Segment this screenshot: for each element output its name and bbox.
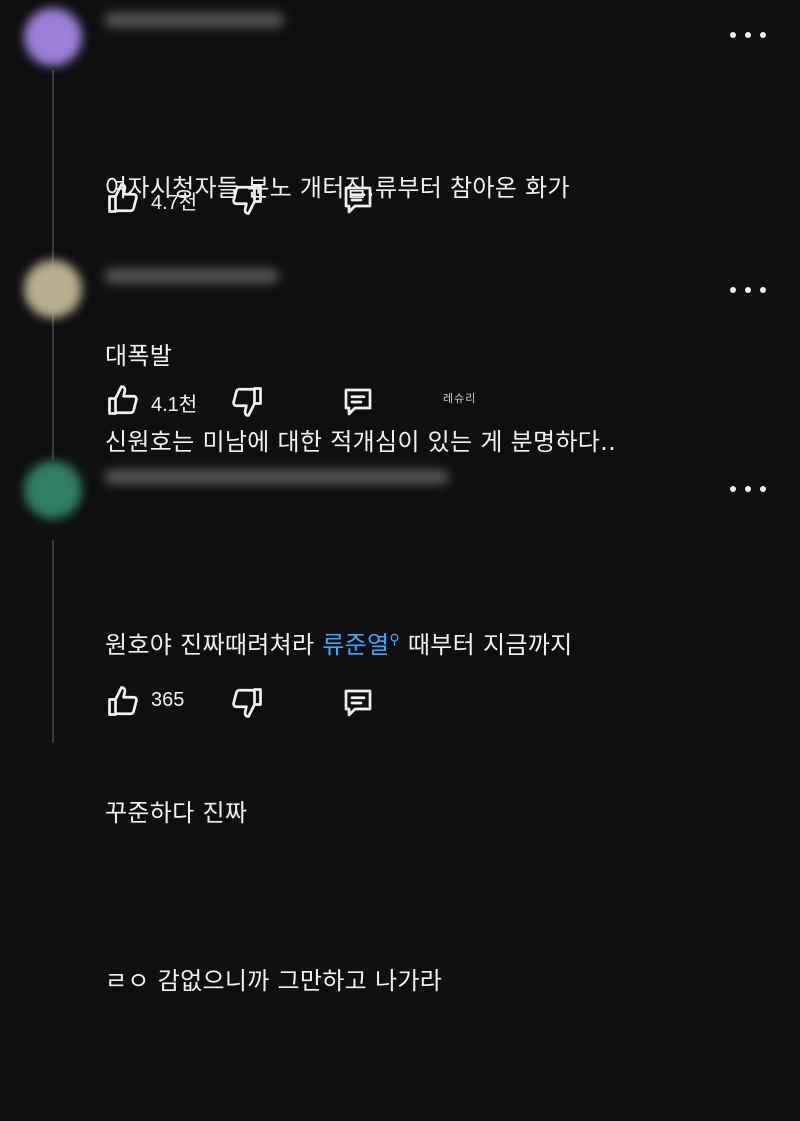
comment-text-segment: 원호야 진짜때려쳐라 <box>105 631 323 659</box>
thread-line <box>52 540 54 743</box>
thumbs-up-icon <box>108 385 138 415</box>
thumbs-up-icon <box>108 686 138 716</box>
avatar[interactable] <box>24 8 82 66</box>
reply-icon <box>344 388 372 416</box>
more-vert-icon <box>730 486 736 492</box>
thumbs-down-icon <box>232 387 262 417</box>
like-button[interactable] <box>105 180 141 220</box>
more-options-button[interactable] <box>730 479 766 499</box>
more-options-button[interactable] <box>730 280 766 300</box>
search-icon: ⚲ <box>389 632 400 648</box>
thumbs-down-icon <box>232 185 262 215</box>
reply-button[interactable] <box>339 182 377 222</box>
comment-text-line: 원호야 진짜때려쳐라 류준열⚲ 때부터 지금까지 <box>105 612 745 673</box>
comment-actions: 4.7천 <box>105 180 405 220</box>
comment-text-line: ㄹㅇ 감없으니까 그만하고 나가라 <box>105 967 443 995</box>
comment-actions: 365 <box>105 683 405 723</box>
reply-button[interactable] <box>339 384 377 424</box>
avatar[interactable] <box>24 260 82 318</box>
comment-text-segment: 때부터 지금까지 <box>399 631 573 659</box>
like-count: 4.7천 <box>151 192 198 214</box>
more-vert-icon <box>730 32 736 38</box>
reply-icon <box>344 186 372 214</box>
mention-link[interactable]: 류준열⚲ <box>322 631 400 659</box>
author-meta-blurred <box>104 268 279 284</box>
comment-actions: 4.1천 <box>105 382 405 422</box>
mention-text: 류준열 <box>322 631 390 659</box>
thumbs-down-icon <box>232 688 262 718</box>
like-button[interactable] <box>105 683 141 723</box>
more-options-button[interactable] <box>730 25 766 45</box>
more-vert-icon <box>730 287 736 293</box>
watermark-text: 레슈리 <box>443 392 477 405</box>
comment-text: 원호야 진짜때려쳐라 류준열⚲ 때부터 지금까지 꾸준하다 진짜 ㄹㅇ 감없으니… <box>105 500 745 1121</box>
avatar[interactable] <box>24 461 82 519</box>
reply-button[interactable] <box>339 685 377 725</box>
thumbs-up-icon <box>108 183 138 213</box>
like-button[interactable] <box>105 382 141 422</box>
author-meta-blurred <box>104 12 284 28</box>
dislike-button[interactable] <box>229 685 265 725</box>
like-count: 4.1천 <box>151 394 198 416</box>
reply-icon <box>344 689 372 717</box>
dislike-button[interactable] <box>229 384 265 424</box>
comment-text-line: 신원호는 미남에 대한 적개심이 있는 게 분명하다.. <box>105 428 617 456</box>
author-meta-blurred <box>104 469 449 485</box>
like-count: 365 <box>151 689 185 711</box>
comment-text-line: 꾸준하다 진짜 <box>105 799 248 827</box>
dislike-button[interactable] <box>229 182 265 222</box>
